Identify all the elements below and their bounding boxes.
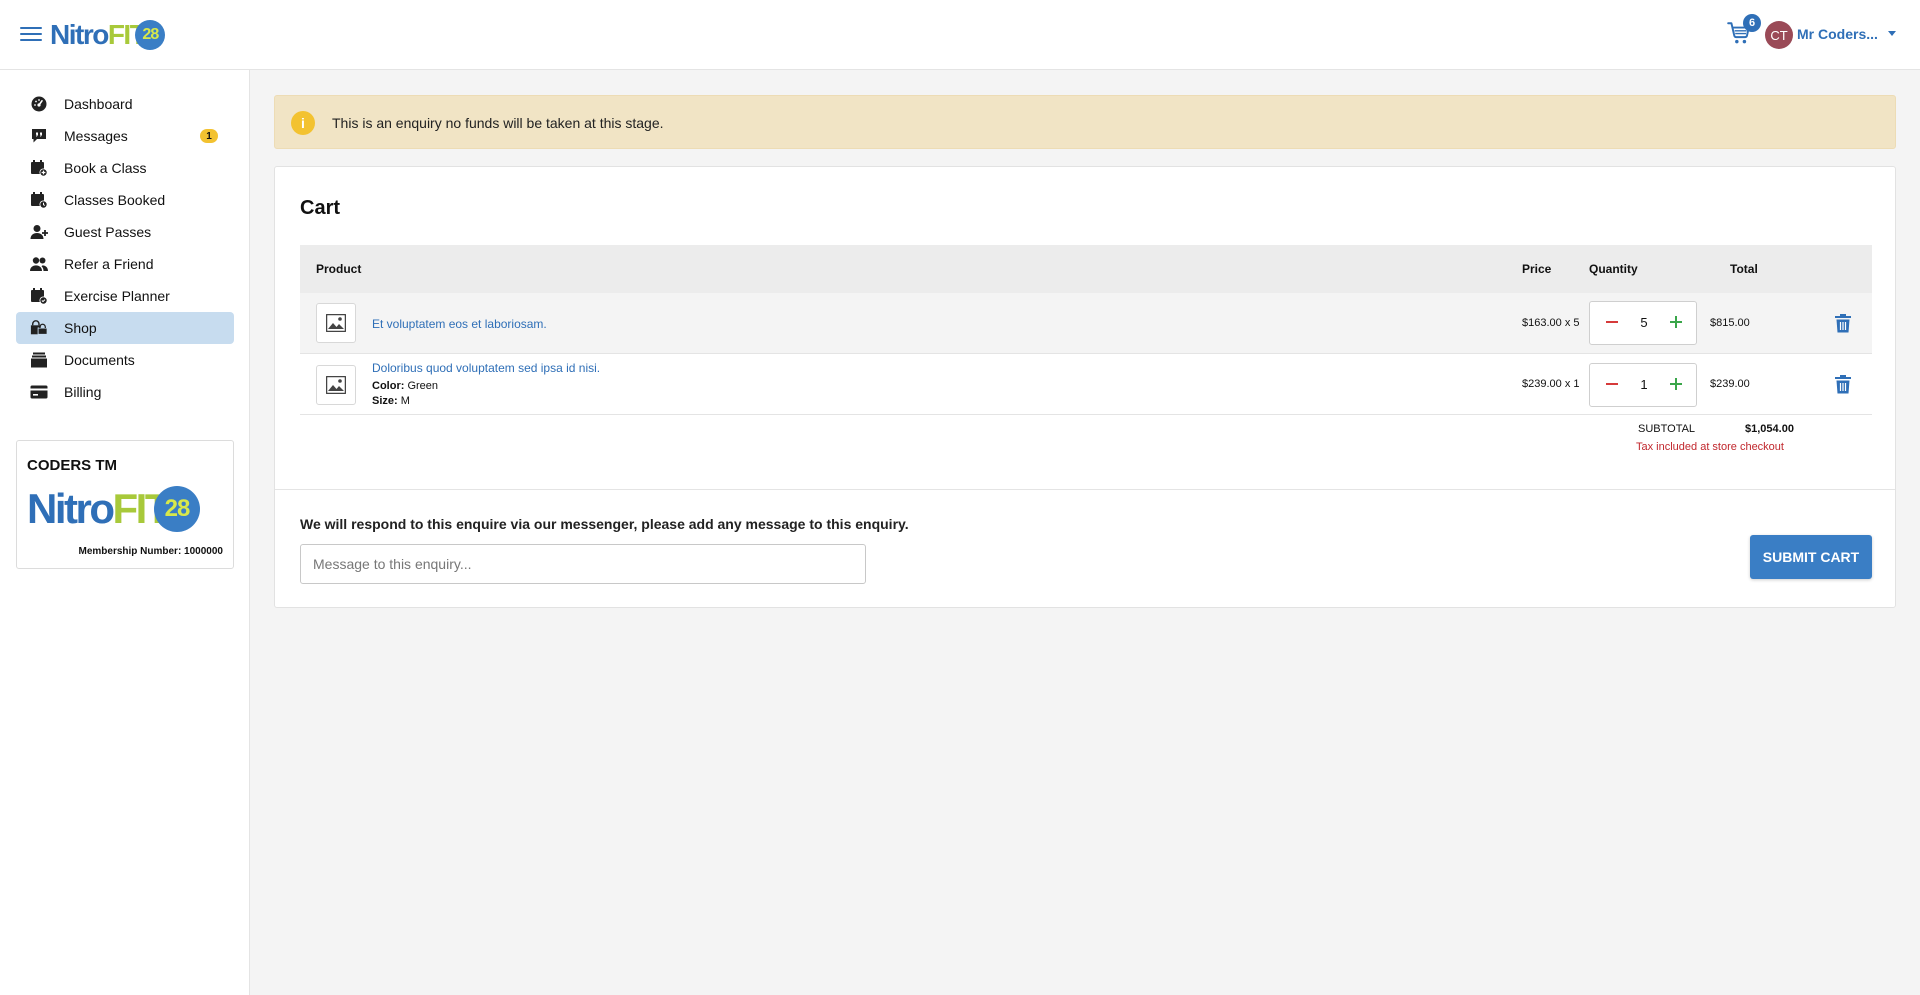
sidebar-item-label: Classes Booked	[64, 192, 166, 208]
line-total: $239.00	[1710, 378, 1750, 390]
sidebar-item-dashboard[interactable]: Dashboard	[16, 88, 234, 120]
page-title: Cart	[300, 197, 341, 219]
alert-text: This is an enquiry no funds will be take…	[332, 115, 664, 131]
product-thumbnail[interactable]	[316, 303, 356, 343]
trash-icon[interactable]	[1834, 374, 1852, 394]
quantity-stepper: 5	[1589, 301, 1697, 345]
sidebar-nav: Dashboard Messages 1 Book a Class Classe…	[16, 88, 234, 408]
size-label: Size:	[372, 395, 398, 407]
product-color: Color: Green	[372, 380, 438, 392]
product-link[interactable]: Et voluptatem eos et laboriosam.	[372, 317, 547, 331]
sidebar-item-label: Shop	[64, 320, 97, 336]
tax-note: Tax included at store checkout	[1636, 441, 1784, 453]
enquiry-message-input[interactable]	[300, 544, 866, 584]
user-menu-name[interactable]: Mr Coders...	[1797, 26, 1878, 42]
column-header-quantity: Quantity	[1589, 262, 1638, 276]
minus-icon[interactable]	[1602, 312, 1622, 332]
line-price: $239.00 x 1	[1522, 378, 1580, 390]
quantity-value[interactable]: 1	[1630, 377, 1658, 392]
sidebar-item-billing[interactable]: Billing	[16, 376, 234, 408]
nitrofit-logo[interactable]: Nitro FIT 28	[50, 17, 166, 53]
membership-card: CODERS TM Nitro FIT 28 Membership Number: …	[16, 440, 234, 569]
enquiry-instructions: We will respond to this enquire via our …	[300, 516, 909, 532]
enquiry-alert: i This is an enquiry no funds will be ta…	[274, 95, 1896, 149]
avatar[interactable]: CT	[1765, 21, 1793, 49]
sidebar-item-classes-booked[interactable]: Classes Booked	[16, 184, 234, 216]
sidebar-item-label: Guest Passes	[64, 224, 152, 240]
gauge-icon	[30, 95, 48, 113]
sidebar-item-label: Book a Class	[64, 160, 147, 176]
cart-count-badge: 6	[1743, 14, 1761, 32]
calendar-plus-icon	[30, 159, 48, 177]
plus-icon[interactable]	[1666, 312, 1686, 332]
documents-icon	[30, 351, 48, 369]
top-bar: Nitro FIT 28 6 CT Mr Coders...	[0, 0, 1920, 70]
line-price: $163.00 x 5	[1522, 317, 1580, 329]
credit-card-icon	[30, 383, 48, 401]
cart-button[interactable]: 6	[1726, 14, 1761, 50]
cart-table: Product Price Quantity Total Et voluptat…	[300, 245, 1872, 415]
image-placeholder-icon	[326, 376, 346, 394]
user-add-icon	[30, 223, 48, 241]
column-header-product: Product	[316, 262, 362, 276]
image-placeholder-icon	[326, 314, 346, 332]
column-header-price: Price	[1522, 262, 1552, 276]
logo-number: 28	[135, 20, 166, 50]
line-total: $815.00	[1710, 317, 1750, 329]
minus-icon[interactable]	[1602, 374, 1622, 394]
size-value: M	[400, 395, 410, 407]
calendar-check-icon	[30, 287, 48, 305]
sidebar-item-label: Exercise Planner	[64, 288, 170, 304]
product-thumbnail[interactable]	[316, 365, 356, 405]
cart-panel: Cart Product Price Quantity Total Et vol…	[274, 166, 1896, 608]
member-name: CODERS TM	[27, 457, 117, 474]
card-logo-nitro-text: Nitro	[27, 485, 115, 532]
sidebar-item-guest-passes[interactable]: Guest Passes	[16, 216, 234, 248]
subtotal-value: $1,054.00	[1745, 423, 1794, 435]
submit-cart-button[interactable]: SUBMIT CART	[1750, 535, 1872, 579]
quantity-stepper: 1	[1589, 363, 1697, 407]
table-row: Et voluptatem eos et laboriosam. $163.00…	[300, 293, 1872, 354]
menu-icon[interactable]	[20, 24, 42, 44]
quantity-value[interactable]: 5	[1630, 315, 1658, 330]
nitrofit-card-logo: Nitro FIT 28	[27, 485, 200, 533]
sidebar-item-documents[interactable]: Documents	[16, 344, 234, 376]
product-link[interactable]: Doloribus quod voluptatem sed ipsa id ni…	[372, 361, 600, 375]
table-header: Product Price Quantity Total	[300, 245, 1872, 293]
color-value: Green	[407, 380, 439, 392]
users-icon	[30, 255, 48, 273]
shop-icon	[30, 319, 48, 337]
divider	[275, 489, 1895, 490]
sidebar-item-exercise-planner[interactable]: Exercise Planner	[16, 280, 234, 312]
subtotal-label: SUBTOTAL	[1638, 423, 1696, 435]
sidebar-item-label: Dashboard	[64, 96, 133, 112]
color-label: Color:	[372, 380, 405, 392]
sidebar-item-messages[interactable]: Messages 1	[16, 120, 234, 152]
membership-number: Membership Number: 1000000	[78, 546, 223, 557]
sidebar-item-label: Documents	[64, 352, 135, 368]
info-icon: i	[291, 111, 315, 135]
sidebar-item-label: Refer a Friend	[64, 256, 154, 272]
sidebar-item-book-a-class[interactable]: Book a Class	[16, 152, 234, 184]
messages-badge: 1	[200, 129, 218, 143]
logo-nitro-text: Nitro	[50, 19, 109, 50]
column-header-total: Total	[1730, 262, 1758, 276]
table-row: Doloribus quod voluptatem sed ipsa id ni…	[300, 354, 1872, 415]
calendar-clock-icon	[30, 191, 48, 209]
sidebar-item-label: Messages	[64, 128, 128, 144]
sidebar: Dashboard Messages 1 Book a Class Classe…	[0, 70, 250, 995]
product-size: Size: M	[372, 395, 410, 407]
card-logo-number: 28	[153, 486, 200, 532]
quote-message-icon	[30, 127, 48, 145]
plus-icon[interactable]	[1666, 374, 1686, 394]
sidebar-item-refer-a-friend[interactable]: Refer a Friend	[16, 248, 234, 280]
trash-icon[interactable]	[1834, 313, 1852, 333]
chevron-down-icon[interactable]	[1888, 31, 1896, 36]
sidebar-item-label: Billing	[64, 384, 102, 400]
sidebar-item-shop[interactable]: Shop	[16, 312, 234, 344]
